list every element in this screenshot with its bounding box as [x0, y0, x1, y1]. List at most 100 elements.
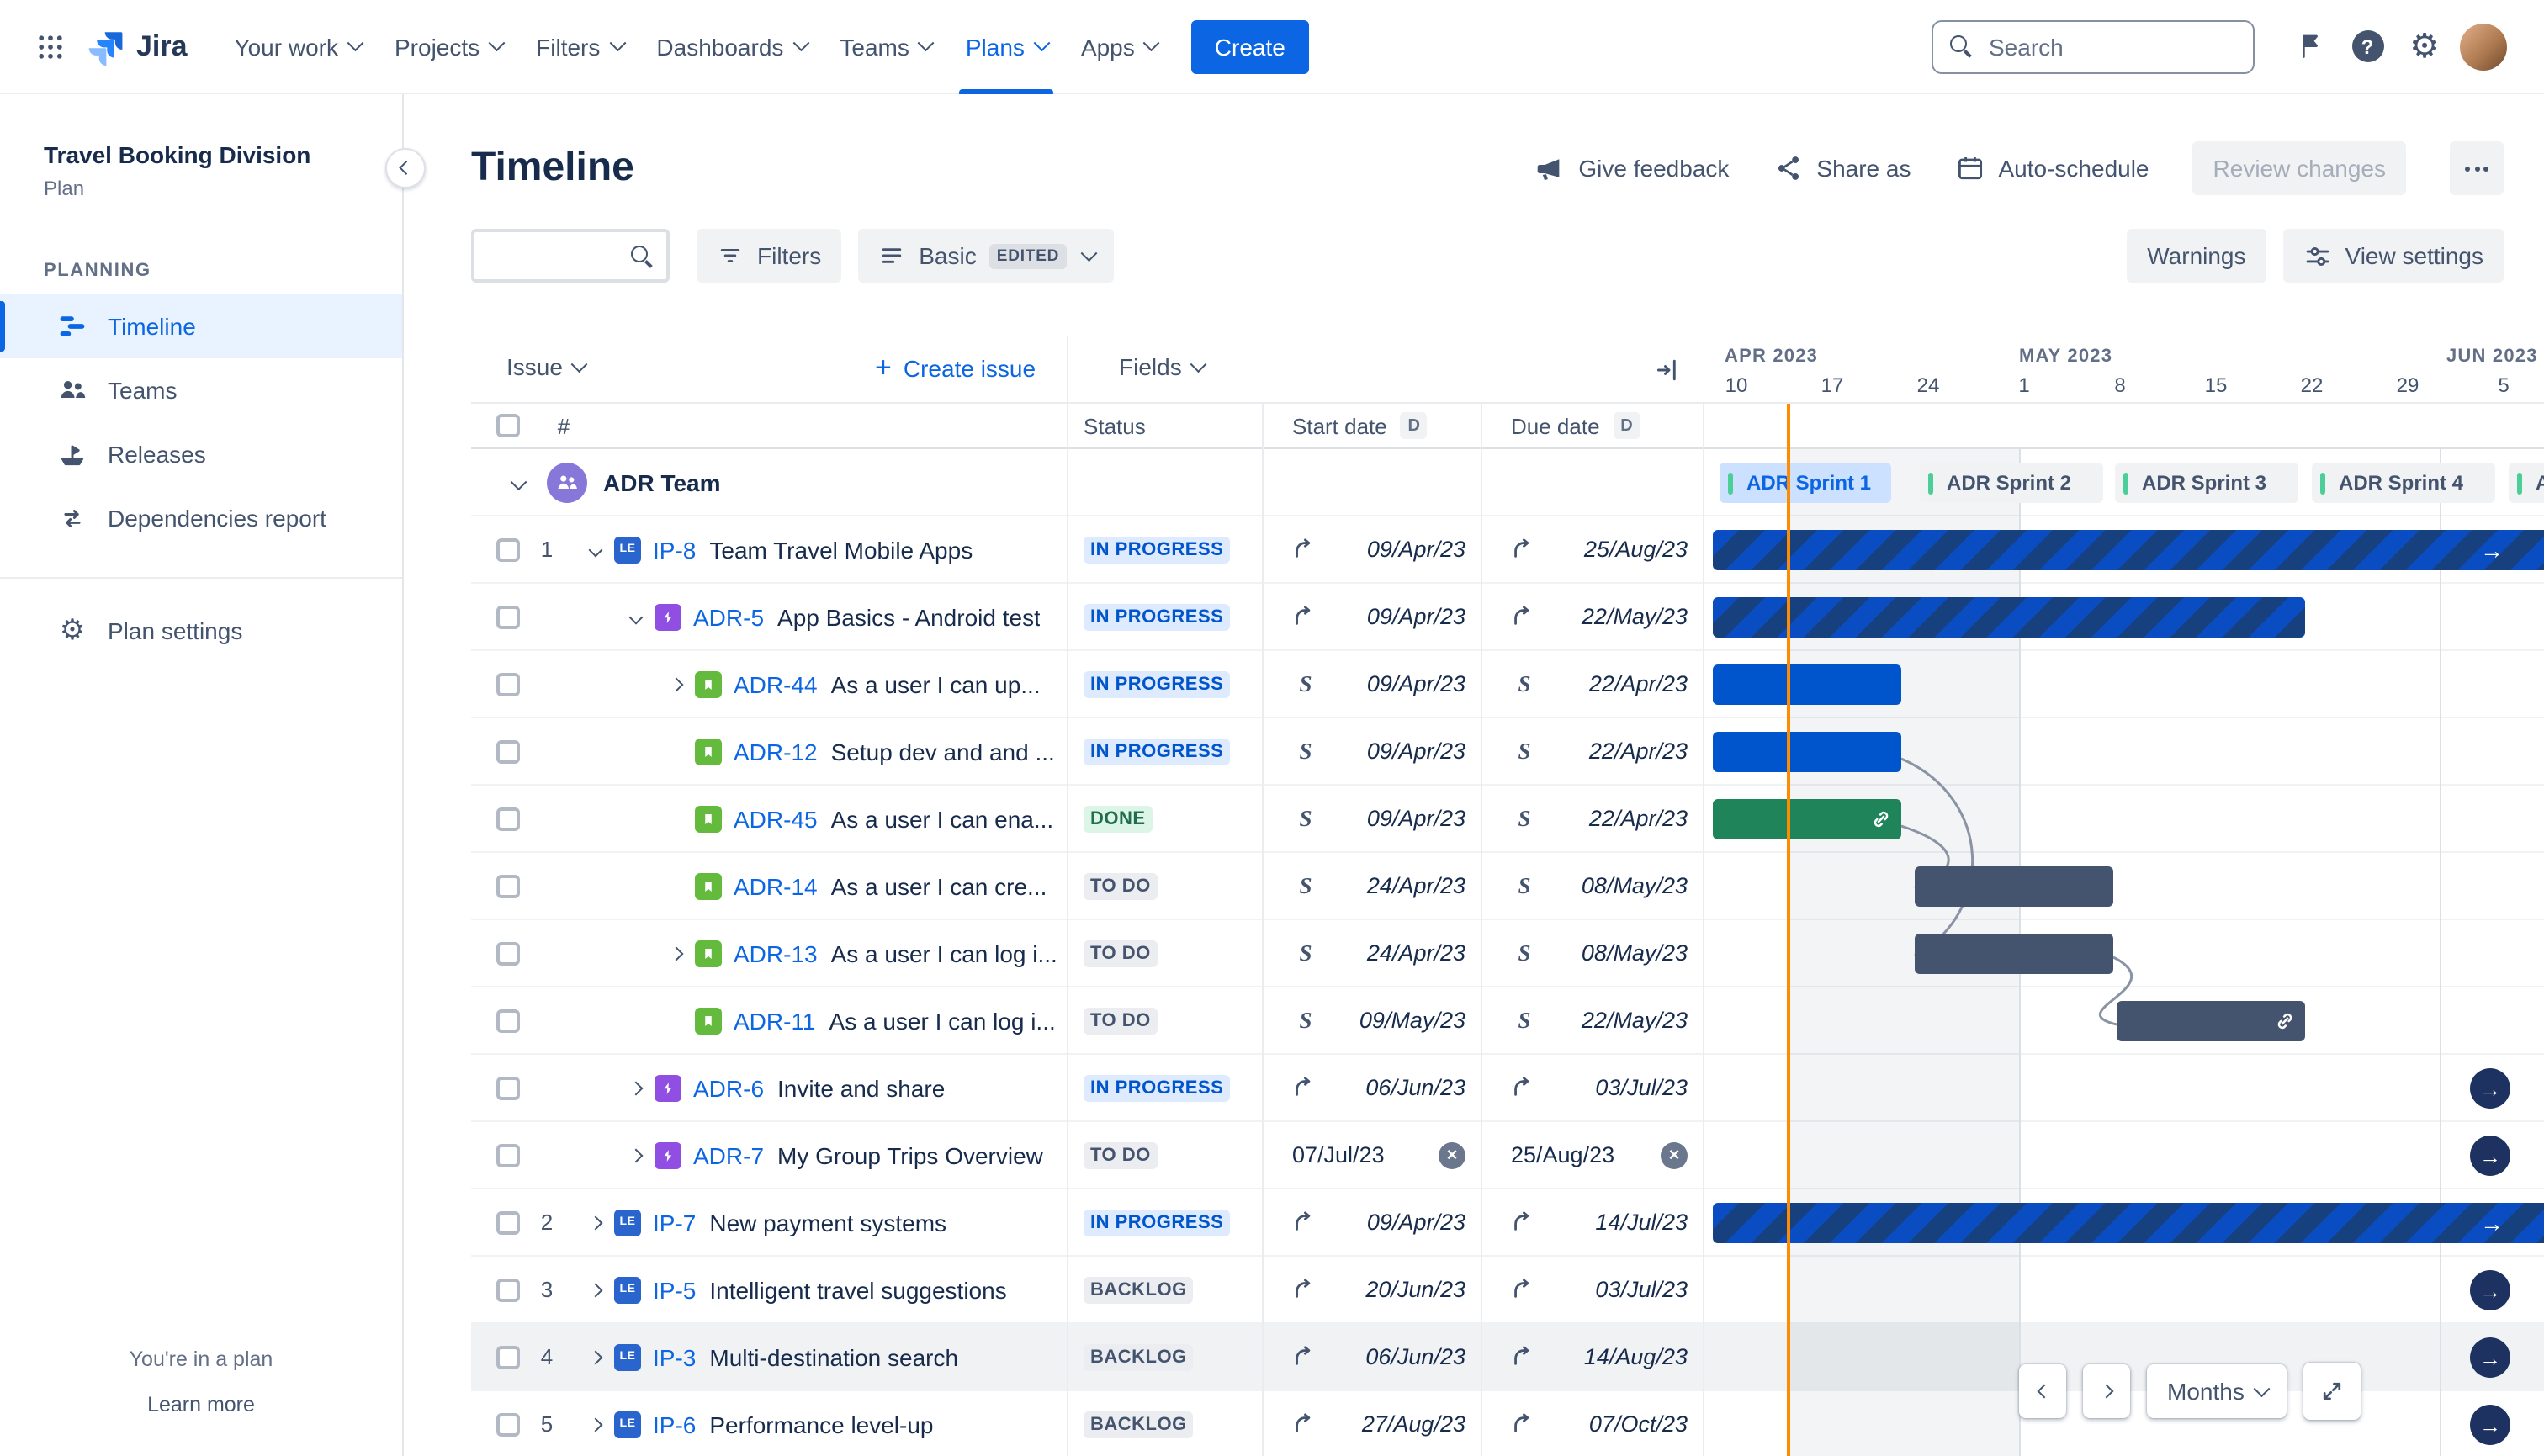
global-search[interactable]	[1932, 19, 2255, 73]
create-issue-button[interactable]: + Create issue	[875, 353, 1036, 382]
offscreen-bar-indicator[interactable]: →	[2470, 1068, 2510, 1109]
date-field-badge: D	[1400, 412, 1428, 439]
timeline-tick-label: 29	[2396, 373, 2419, 397]
sidebar-item-releases[interactable]: Releases	[0, 422, 402, 486]
nav-item-projects[interactable]: Projects	[378, 0, 519, 93]
plan-name: Travel Booking Division	[44, 141, 311, 168]
timeline-tick-label: 10	[1725, 373, 1748, 397]
sidebar: Travel Booking Division Plan PLANNING Ti…	[0, 94, 404, 1456]
nav-item-filters[interactable]: Filters	[519, 0, 639, 93]
offscreen-bar-indicator[interactable]: →	[2470, 1337, 2510, 1378]
timeline-search-input[interactable]	[488, 241, 631, 270]
nav-item-teams[interactable]: Teams	[823, 0, 948, 93]
nav-item-dashboards[interactable]: Dashboards	[639, 0, 823, 93]
auto-schedule-button[interactable]: Auto-schedule	[1955, 153, 2149, 183]
row-number-column-header: #	[557, 413, 570, 438]
sprint-chip[interactable]: ADR Sprint 2	[1920, 463, 2103, 503]
timeline-tick-label: 15	[2204, 373, 2228, 397]
gantt-bar[interactable]	[1915, 934, 2113, 974]
fullscreen-button[interactable]	[2303, 1363, 2361, 1420]
filters-button[interactable]: Filters	[697, 229, 842, 283]
gantt-bar[interactable]	[1915, 866, 2113, 907]
collapse-fields-icon[interactable]	[1649, 350, 1689, 390]
timeline-tick-label: 24	[1916, 373, 1940, 397]
gantt-bar[interactable]	[2117, 1001, 2305, 1041]
sidebar-items: Timeline Teams Releases Dependencies report	[0, 294, 402, 550]
select-all-checkbox[interactable]	[496, 414, 520, 437]
app-switcher-icon[interactable]	[24, 19, 77, 73]
notifications-icon[interactable]	[2282, 18, 2339, 75]
status-column-header[interactable]: Status	[1067, 413, 1262, 438]
sprint-chip[interactable]: ADR Sprint 1	[1720, 463, 1891, 503]
timeline-search[interactable]	[471, 229, 670, 283]
gantt-bar[interactable]	[1713, 664, 1901, 705]
sidebar-item-teams[interactable]: Teams	[0, 358, 402, 422]
gantt-bar[interactable]: →	[1713, 1203, 2544, 1243]
chevron-down-icon	[489, 34, 505, 51]
sprint-chip[interactable]: ADR Sprint 4	[2312, 463, 2495, 503]
issue-column-header[interactable]: Issue	[506, 353, 588, 380]
toolbar-right: Warnings View settings	[2127, 229, 2504, 283]
sidebar-item-timeline[interactable]: Timeline	[0, 294, 402, 358]
view-settings-button[interactable]: View settings	[2282, 229, 2504, 283]
start-date-column-header[interactable]: Start date D	[1262, 412, 1481, 439]
warnings-button[interactable]: Warnings	[2127, 229, 2266, 283]
fields-dropdown[interactable]: Fields	[1119, 353, 1207, 380]
nav-item-apps[interactable]: Apps	[1064, 0, 1174, 93]
timeline-tick-label: 5	[2498, 373, 2510, 397]
gear-icon: ⚙	[59, 614, 86, 646]
offscreen-bar-indicator[interactable]: →	[2470, 1270, 2510, 1310]
scroll-right-button[interactable]	[2083, 1364, 2130, 1418]
share-icon	[1778, 156, 1799, 180]
table-header: Issue + Create issue Fields APR 2023 MAY 2…	[471, 336, 2544, 404]
learn-more-link[interactable]: Learn more	[0, 1392, 402, 1416]
timeline-icon	[56, 310, 89, 343]
sliders-icon	[2306, 246, 2329, 265]
jira-logo-icon	[88, 31, 123, 65]
zoom-level-dropdown[interactable]: Months	[2147, 1364, 2287, 1418]
offscreen-bar-indicator[interactable]: →	[2470, 1136, 2510, 1176]
filter-icon	[720, 249, 740, 262]
chevron-down-icon	[1144, 34, 1160, 51]
gantt-bar[interactable]	[1713, 597, 2305, 638]
user-avatar[interactable]	[2460, 23, 2507, 70]
share-as-button[interactable]: Share as	[1773, 153, 1911, 183]
nav-item-your-work[interactable]: Your work	[218, 0, 379, 93]
sprint-color-bar	[2123, 472, 2128, 494]
review-changes-button[interactable]: Review changes	[2192, 141, 2406, 195]
jira-logo[interactable]: Jira	[87, 28, 188, 65]
settings-gear-icon[interactable]: ⚙	[2396, 18, 2453, 75]
edited-badge: EDITED	[989, 243, 1067, 268]
sidebar-item-dependencies-report[interactable]: Dependencies report	[0, 486, 402, 550]
give-feedback-button[interactable]: Give feedback	[1533, 152, 1729, 184]
sprint-chip[interactable]: ADR Sprint 3	[2115, 463, 2298, 503]
create-button[interactable]: Create	[1190, 19, 1309, 73]
due-date-column-header[interactable]: Due date D	[1481, 412, 1703, 439]
scroll-left-button[interactable]	[2019, 1364, 2066, 1418]
chevron-down-icon	[1034, 34, 1050, 51]
nav-item-plans[interactable]: Plans	[949, 0, 1064, 93]
bar-continues-arrow: →	[2480, 1210, 2504, 1236]
chevron-down-icon	[2254, 1379, 2270, 1396]
sprint-color-bar	[1928, 472, 1933, 494]
more-actions-button[interactable]	[2450, 141, 2504, 195]
calendar-icon	[1958, 157, 1982, 180]
chevron-down-icon	[919, 34, 935, 51]
search-input[interactable]	[1985, 31, 2236, 61]
chevron-down-icon	[572, 355, 588, 372]
sidebar-item-plan-settings[interactable]: ⚙ Plan settings	[0, 599, 402, 663]
help-icon[interactable]: ?	[2339, 18, 2396, 75]
arrow-right-icon: →	[2479, 1412, 2501, 1437]
view-mode-icon	[882, 248, 902, 263]
jira-plan-timeline-app: Jira Your work Projects Filters Dashboards T…	[0, 0, 2544, 1456]
view-mode-button[interactable]: Basic EDITED	[858, 229, 1115, 283]
gantt-bar[interactable]	[1713, 799, 1901, 839]
gantt-bar[interactable]: →	[1713, 530, 2544, 570]
sidebar-collapse-button[interactable]	[385, 148, 426, 188]
timeline-month-label: APR 2023	[1725, 347, 1819, 367]
sprint-chip[interactable]: AD	[2509, 463, 2544, 503]
arrow-right-icon: →	[2479, 1076, 2501, 1101]
timeline-controls: Today Months	[2019, 1363, 2361, 1420]
offscreen-bar-indicator[interactable]: →	[2470, 1405, 2510, 1445]
gantt-bar[interactable]	[1713, 732, 1901, 772]
